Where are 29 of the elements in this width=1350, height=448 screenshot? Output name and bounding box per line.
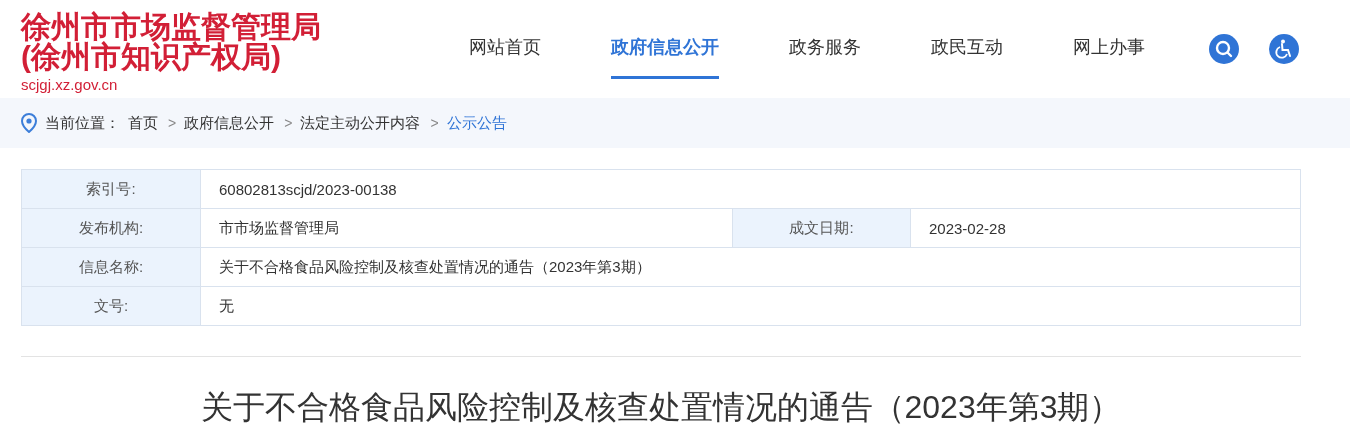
breadcrumb-link[interactable]: 政府信息公开 [184, 113, 275, 133]
breadcrumb-separator: > [284, 115, 293, 131]
field-value: 2023-02-28 [911, 209, 1301, 248]
field-label: 发布机构: [22, 209, 201, 248]
search-icon[interactable] [1209, 34, 1239, 64]
site-title: (徐州市知识产权局) [21, 42, 281, 72]
nav-tab[interactable]: 网上办事 [1073, 0, 1145, 79]
breadcrumb-separator: > [430, 115, 439, 131]
breadcrumb-link[interactable]: 公示公告 [446, 113, 507, 133]
field-value: 无 [201, 287, 1301, 326]
nav-tab[interactable]: 政府信息公开 [611, 0, 719, 79]
nav-tab[interactable]: 政民互动 [931, 0, 1003, 79]
field-value: 市市场监督管理局 [201, 209, 733, 248]
field-value: 关于不合格食品风险控制及核查处置情况的通告（2023年第3期） [201, 248, 1301, 287]
site-url: scjgj.xz.gov.cn [21, 76, 119, 93]
article-title: 关于不合格食品风险控制及核查处置情况的通告（2023年第3期） [199, 388, 1123, 427]
location-pin-icon [21, 113, 37, 133]
field-label: 索引号: [22, 170, 201, 209]
field-label: 文号: [22, 287, 201, 326]
nav-tab[interactable]: 网站首页 [469, 0, 541, 79]
wheelchair-icon[interactable] [1269, 34, 1299, 64]
breadcrumb-link[interactable]: 法定主动公开内容 [300, 113, 421, 133]
breadcrumb-separator: > [168, 115, 177, 131]
site-title: 徐州市市场监督管理局 [21, 12, 322, 42]
field-label: 成文日期: [733, 209, 911, 248]
field-label: 信息名称: [22, 248, 201, 287]
nav-tab[interactable]: 政务服务 [789, 0, 861, 79]
breadcrumb-label: 当前位置： [45, 113, 120, 133]
breadcrumb-link[interactable]: 首页 [128, 113, 158, 133]
